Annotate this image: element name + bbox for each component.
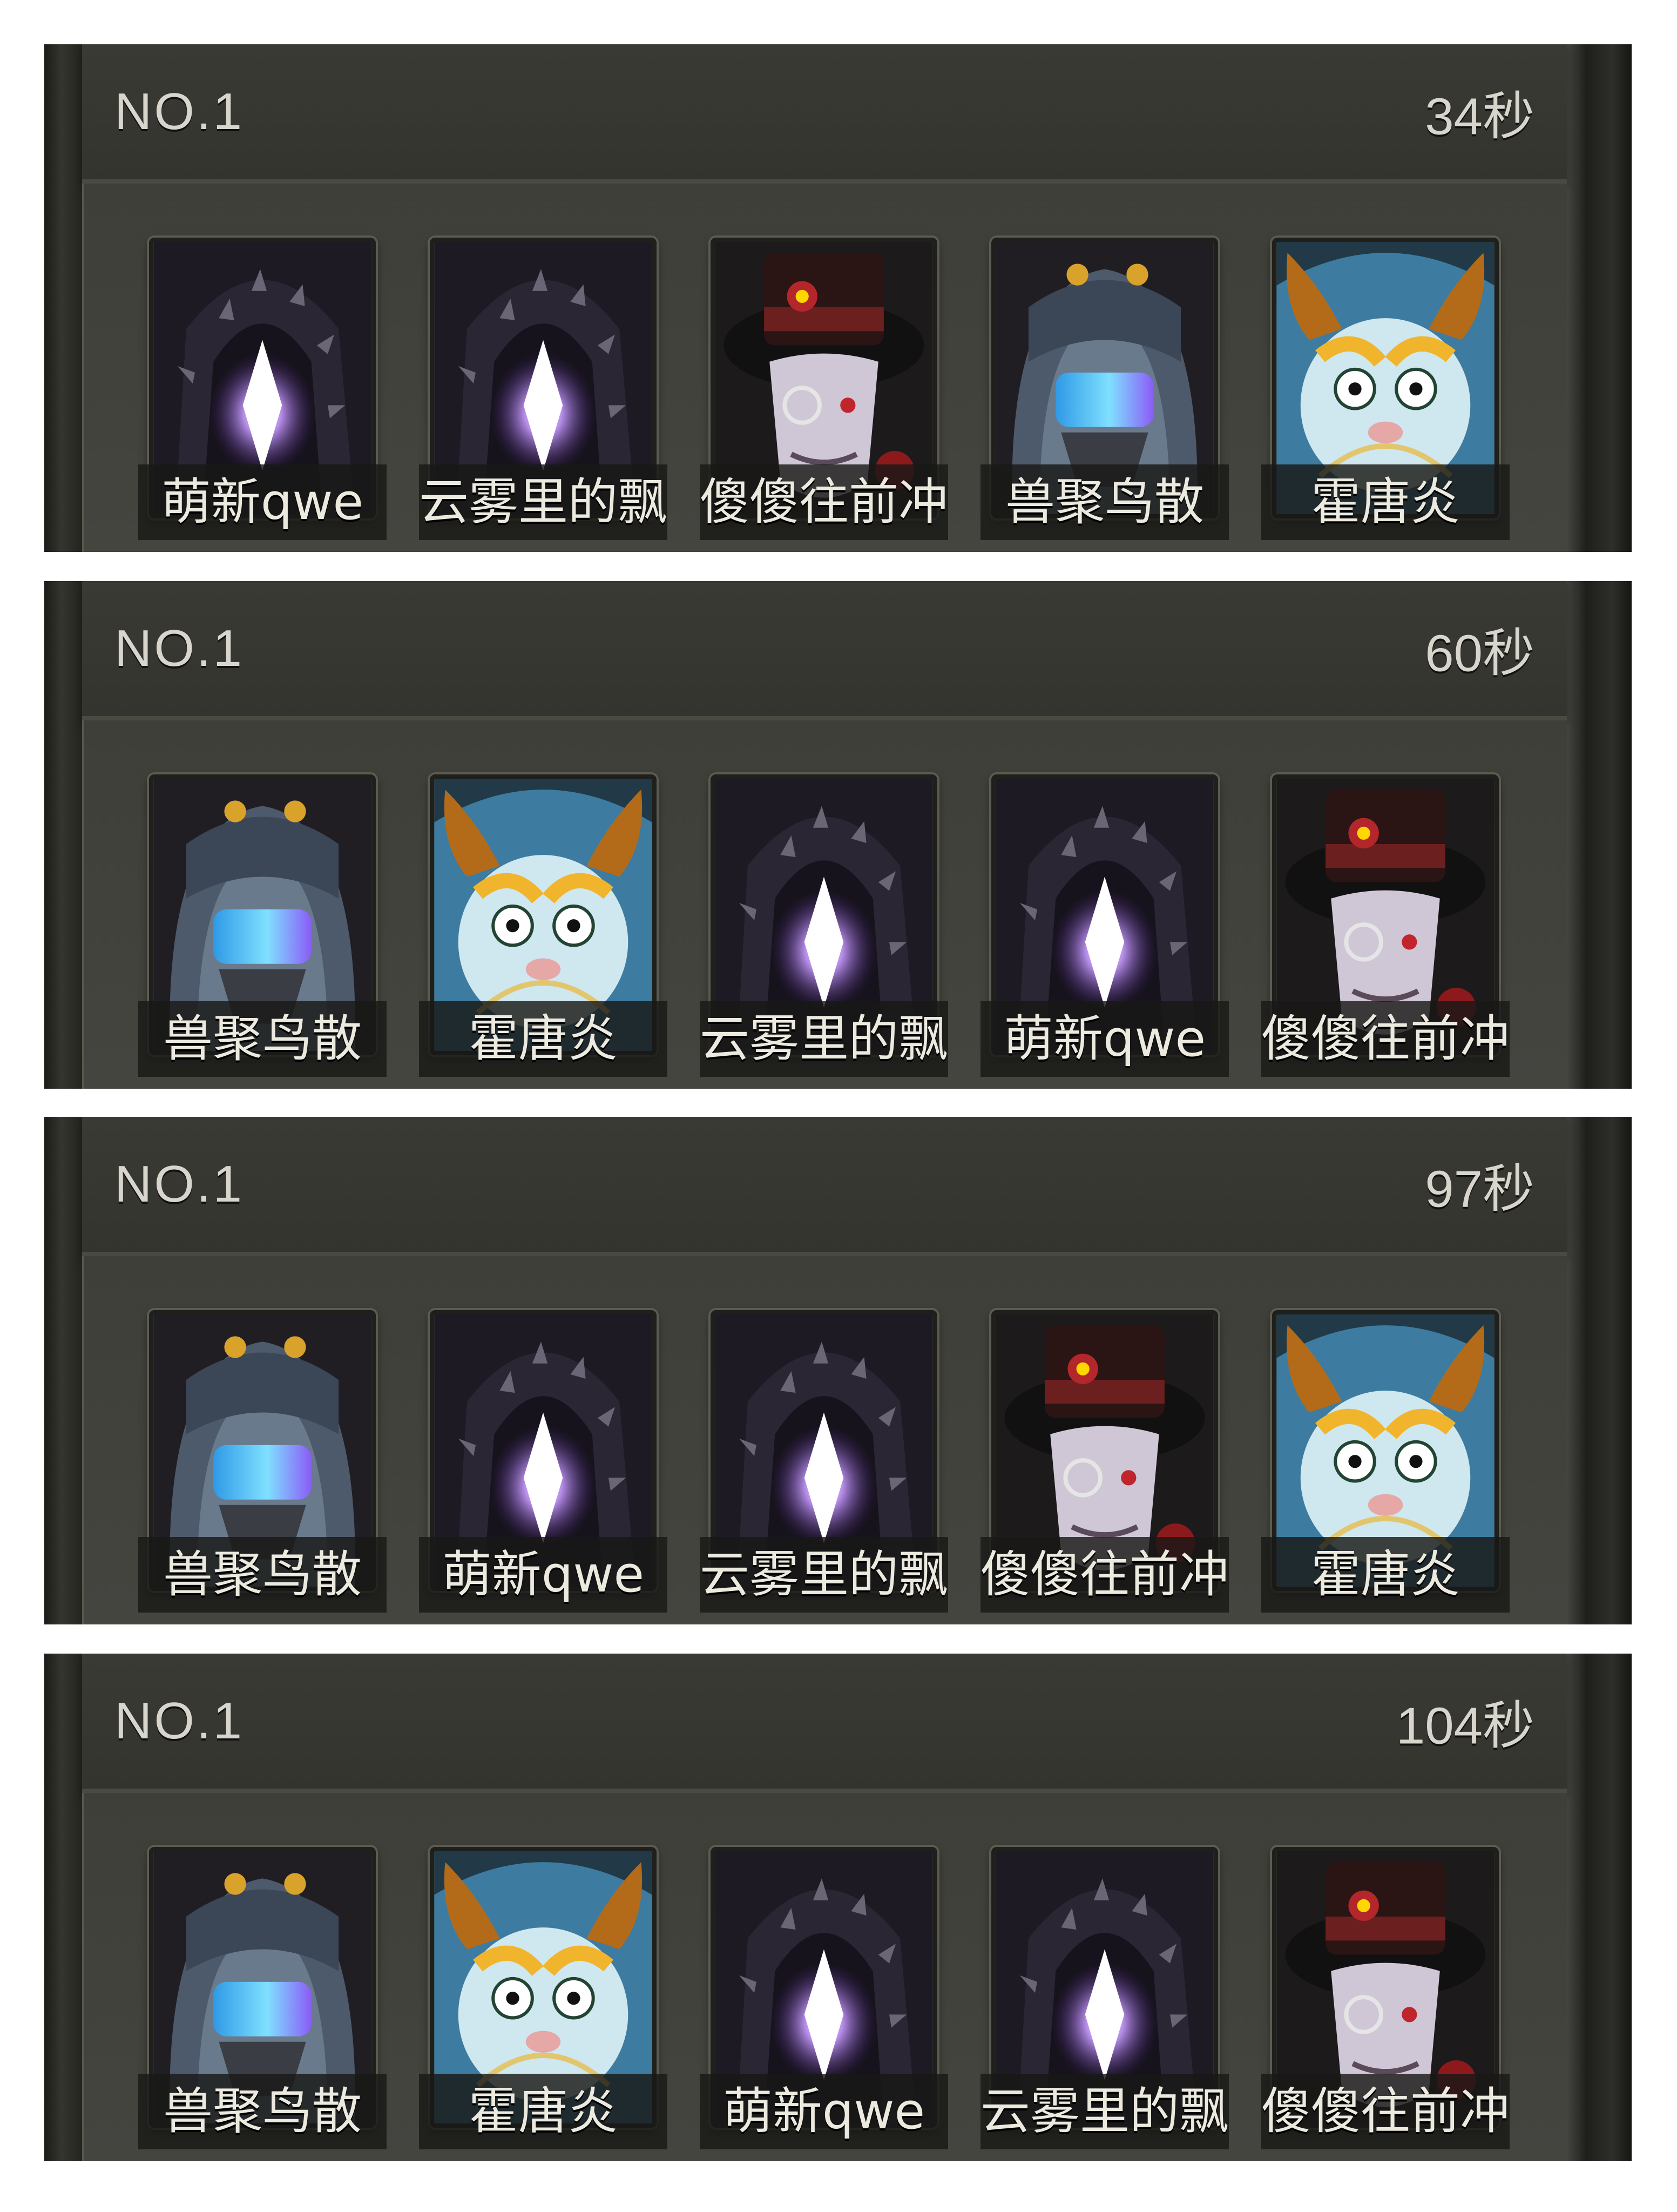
clear-time-label: 97秒 xyxy=(1425,1160,1534,1218)
team-roster: 兽聚鸟散 萌新qwe 云雾里的飘 傻傻往前冲 霍唐炎 xyxy=(82,1256,1567,1624)
hero-slot[interactable]: 兽聚鸟散 xyxy=(980,238,1229,540)
hero-slot[interactable]: 云雾里的飘 xyxy=(700,774,948,1077)
clear-time-label: 60秒 xyxy=(1425,624,1534,683)
hero-slot[interactable]: 兽聚鸟散 xyxy=(138,774,387,1077)
player-name: 兽聚鸟散 xyxy=(980,464,1229,540)
leaderboard-panel: NO.1 60秒 兽聚鸟散 霍唐炎 云雾里的飘 萌新qwe 傻傻往前冲 xyxy=(44,581,1632,1089)
panel-header: NO.1 34秒 xyxy=(82,44,1567,184)
panel-frame-left xyxy=(44,1654,85,2161)
panel-frame-right xyxy=(1564,581,1632,1089)
panel-frame-left xyxy=(44,581,85,1089)
player-name: 云雾里的飘 xyxy=(419,464,667,540)
hero-slot[interactable]: 兽聚鸟散 xyxy=(138,1847,387,2149)
hero-slot[interactable]: 云雾里的飘 xyxy=(980,1847,1229,2149)
panel-frame-right xyxy=(1564,44,1632,552)
hero-slot[interactable]: 霍唐炎 xyxy=(419,1847,667,2149)
clear-time-label: 104秒 xyxy=(1396,1697,1534,1755)
hero-slot[interactable]: 傻傻往前冲 xyxy=(1261,1847,1510,2149)
rank-label: NO.1 xyxy=(114,1692,245,1750)
hero-slot[interactable]: 萌新qwe xyxy=(700,1847,948,2149)
player-name: 傻傻往前冲 xyxy=(1261,1001,1510,1077)
rank-label: NO.1 xyxy=(114,619,245,677)
leaderboard-panel: NO.1 34秒 萌新qwe 云雾里的飘 傻傻往前冲 兽聚鸟散 霍唐炎 xyxy=(44,44,1632,552)
team-roster: 兽聚鸟散 霍唐炎 云雾里的飘 萌新qwe 傻傻往前冲 xyxy=(82,720,1567,1089)
clear-time-label: 34秒 xyxy=(1425,87,1534,146)
player-name: 霍唐炎 xyxy=(1261,464,1510,540)
player-name: 兽聚鸟散 xyxy=(138,2074,387,2149)
player-name: 傻傻往前冲 xyxy=(700,464,948,540)
panel-frame-right xyxy=(1564,1654,1632,2161)
team-roster: 萌新qwe 云雾里的飘 傻傻往前冲 兽聚鸟散 霍唐炎 xyxy=(82,184,1567,552)
rank-label: NO.1 xyxy=(114,1155,245,1213)
team-roster: 兽聚鸟散 霍唐炎 萌新qwe 云雾里的飘 傻傻往前冲 xyxy=(82,1793,1567,2161)
hero-slot[interactable]: 霍唐炎 xyxy=(1261,238,1510,540)
player-name: 兽聚鸟散 xyxy=(138,1537,387,1613)
hero-slot[interactable]: 萌新qwe xyxy=(419,1310,667,1613)
player-name: 霍唐炎 xyxy=(1261,1537,1510,1613)
leaderboard-panel: NO.1 104秒 兽聚鸟散 霍唐炎 萌新qwe 云雾里的飘 傻傻往前冲 xyxy=(44,1654,1632,2161)
hero-slot[interactable]: 霍唐炎 xyxy=(419,774,667,1077)
hero-slot[interactable]: 傻傻往前冲 xyxy=(1261,774,1510,1077)
player-name: 霍唐炎 xyxy=(419,2074,667,2149)
panel-header: NO.1 97秒 xyxy=(82,1117,1567,1256)
panel-header: NO.1 104秒 xyxy=(82,1654,1567,1793)
panel-frame-right xyxy=(1564,1117,1632,1624)
player-name: 云雾里的飘 xyxy=(980,2074,1229,2149)
player-name: 兽聚鸟散 xyxy=(138,1001,387,1077)
player-name: 傻傻往前冲 xyxy=(1261,2074,1510,2149)
player-name: 云雾里的飘 xyxy=(700,1537,948,1613)
panel-frame-left xyxy=(44,1117,85,1624)
player-name: 云雾里的飘 xyxy=(700,1001,948,1077)
panel-frame-left xyxy=(44,44,85,552)
hero-slot[interactable]: 云雾里的飘 xyxy=(419,238,667,540)
hero-slot[interactable]: 霍唐炎 xyxy=(1261,1310,1510,1613)
hero-slot[interactable]: 萌新qwe xyxy=(980,774,1229,1077)
hero-slot[interactable]: 傻傻往前冲 xyxy=(980,1310,1229,1613)
player-name: 霍唐炎 xyxy=(419,1001,667,1077)
panel-header: NO.1 60秒 xyxy=(82,581,1567,720)
leaderboard-panel: NO.1 97秒 兽聚鸟散 萌新qwe 云雾里的飘 傻傻往前冲 霍唐炎 xyxy=(44,1117,1632,1624)
player-name: 萌新qwe xyxy=(138,464,387,540)
hero-slot[interactable]: 兽聚鸟散 xyxy=(138,1310,387,1613)
hero-slot[interactable]: 云雾里的飘 xyxy=(700,1310,948,1613)
player-name: 萌新qwe xyxy=(419,1537,667,1613)
player-name: 萌新qwe xyxy=(700,2074,948,2149)
player-name: 傻傻往前冲 xyxy=(980,1537,1229,1613)
hero-slot[interactable]: 傻傻往前冲 xyxy=(700,238,948,540)
rank-label: NO.1 xyxy=(114,83,245,140)
player-name: 萌新qwe xyxy=(980,1001,1229,1077)
hero-slot[interactable]: 萌新qwe xyxy=(138,238,387,540)
